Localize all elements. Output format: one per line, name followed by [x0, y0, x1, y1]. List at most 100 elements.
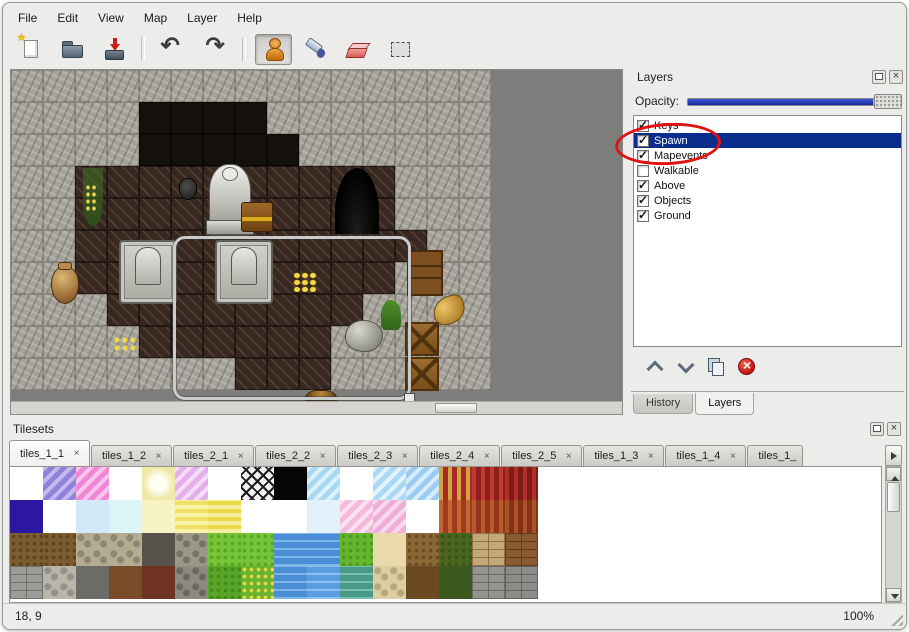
tileset-tile[interactable]: [142, 500, 175, 533]
tileset-tile[interactable]: [439, 467, 472, 500]
tileset-tile[interactable]: [505, 533, 538, 566]
tileset-tile[interactable]: [439, 566, 472, 599]
entity-button[interactable]: [255, 34, 292, 65]
map-hscroll-thumb[interactable]: [435, 403, 477, 413]
select-button[interactable]: [381, 34, 418, 65]
tileset-tile[interactable]: [76, 566, 109, 599]
tileset-tile[interactable]: [274, 500, 307, 533]
layer-visibility-checkbox[interactable]: [637, 210, 649, 222]
tileset-tile[interactable]: [208, 467, 241, 500]
tileset-tile[interactable]: [175, 566, 208, 599]
close-tab-icon[interactable]: [481, 451, 492, 462]
tileset-vertical-scrollbar[interactable]: [885, 466, 902, 603]
menu-item-file[interactable]: File: [9, 8, 46, 28]
opacity-slider[interactable]: [687, 93, 902, 110]
redo-button[interactable]: [196, 34, 233, 65]
tileset-tile[interactable]: [175, 500, 208, 533]
tileset-tab-tiles_2_3[interactable]: tiles_2_3: [337, 445, 418, 466]
map-object-chest[interactable]: [241, 202, 273, 232]
tileset-tile[interactable]: [274, 533, 307, 566]
map-canvas[interactable]: [10, 69, 623, 415]
tileset-tile[interactable]: [340, 533, 373, 566]
eraser-button[interactable]: [339, 34, 376, 65]
tileset-tile[interactable]: [472, 533, 505, 566]
close-tab-icon[interactable]: [399, 451, 410, 462]
tileset-tile[interactable]: [142, 533, 175, 566]
tileset-tile[interactable]: [307, 566, 340, 599]
tileset-tile[interactable]: [340, 500, 373, 533]
layer-row-mapevents[interactable]: Mapevents: [634, 148, 901, 163]
tileset-tile[interactable]: [307, 467, 340, 500]
tileset-tile[interactable]: [10, 500, 43, 533]
tileset-tile[interactable]: [241, 467, 274, 500]
layer-move-up-button[interactable]: [641, 354, 665, 378]
open-button[interactable]: [53, 34, 90, 65]
tab-scroll-right-icon[interactable]: [885, 445, 902, 466]
tileset-tile[interactable]: [373, 566, 406, 599]
layer-duplicate-button[interactable]: [703, 354, 727, 378]
tileset-tab-tiles_1_1[interactable]: tiles_1_1: [9, 440, 90, 466]
tileset-tile[interactable]: [439, 533, 472, 566]
tileset-tile[interactable]: [274, 467, 307, 500]
new-button[interactable]: [11, 34, 48, 65]
undo-button[interactable]: [154, 34, 191, 65]
dock-tab-layers[interactable]: Layers: [695, 393, 754, 415]
menu-item-map[interactable]: Map: [135, 8, 176, 28]
map-object-shelf[interactable]: [407, 250, 443, 296]
layer-visibility-checkbox[interactable]: [637, 150, 649, 162]
tileset-tile[interactable]: [10, 467, 43, 500]
tileset-tile[interactable]: [10, 533, 43, 566]
layer-delete-button[interactable]: [734, 354, 758, 378]
map-object-vine[interactable]: [83, 168, 103, 226]
tileset-tile[interactable]: [505, 500, 538, 533]
tileset-tile[interactable]: [241, 500, 274, 533]
tileset-tile[interactable]: [43, 467, 76, 500]
tileset-tile[interactable]: [76, 467, 109, 500]
window-resize-grip[interactable]: [888, 611, 903, 626]
tileset-tile[interactable]: [472, 566, 505, 599]
tileset-tile[interactable]: [307, 533, 340, 566]
tileset-tile[interactable]: [208, 533, 241, 566]
tileset-tile[interactable]: [43, 500, 76, 533]
close-panel-icon[interactable]: [889, 70, 903, 84]
map-object-pot[interactable]: [51, 266, 79, 304]
tileset-tile[interactable]: [43, 566, 76, 599]
tileset-tile[interactable]: [373, 500, 406, 533]
tileset-tile[interactable]: [208, 500, 241, 533]
layer-row-keys[interactable]: Keys: [634, 118, 901, 133]
close-tab-icon[interactable]: [317, 451, 328, 462]
tileset-tile[interactable]: [505, 467, 538, 500]
close-panel-icon[interactable]: [887, 422, 901, 436]
close-tab-icon[interactable]: [153, 451, 164, 462]
tileset-tile[interactable]: [307, 500, 340, 533]
map-horizontal-scrollbar[interactable]: [11, 401, 622, 414]
tileset-tile[interactable]: [43, 533, 76, 566]
tileset-tab-tiles_2_4[interactable]: tiles_2_4: [419, 445, 500, 466]
tileset-tile[interactable]: [472, 467, 505, 500]
tileset-tile[interactable]: [142, 467, 175, 500]
tileset-tile[interactable]: [208, 566, 241, 599]
float-panel-icon[interactable]: [872, 70, 886, 84]
layer-row-objects[interactable]: Objects: [634, 193, 901, 208]
layer-row-above[interactable]: Above: [634, 178, 901, 193]
scroll-down-icon[interactable]: [886, 588, 901, 602]
tileset-tile[interactable]: [109, 467, 142, 500]
tileset-tile[interactable]: [505, 566, 538, 599]
tileset-tile[interactable]: [76, 500, 109, 533]
tileset-tile[interactable]: [175, 533, 208, 566]
float-panel-icon[interactable]: [870, 422, 884, 436]
tileset-vscroll-thumb[interactable]: [887, 482, 900, 512]
close-tab-icon[interactable]: [727, 451, 738, 462]
layer-visibility-checkbox[interactable]: [637, 180, 649, 192]
tileset-tile[interactable]: [274, 566, 307, 599]
tileset-tile[interactable]: [406, 533, 439, 566]
menu-item-edit[interactable]: Edit: [48, 8, 87, 28]
close-tab-icon[interactable]: [235, 451, 246, 462]
layer-row-walkable[interactable]: Walkable: [634, 163, 901, 178]
map-object-smallpot[interactable]: [179, 178, 197, 200]
layer-visibility-checkbox[interactable]: [637, 120, 649, 132]
opacity-slider-handle[interactable]: [874, 94, 902, 109]
map-object-grave[interactable]: [119, 240, 177, 304]
tileset-tile[interactable]: [373, 467, 406, 500]
layer-visibility-checkbox[interactable]: [637, 165, 649, 177]
